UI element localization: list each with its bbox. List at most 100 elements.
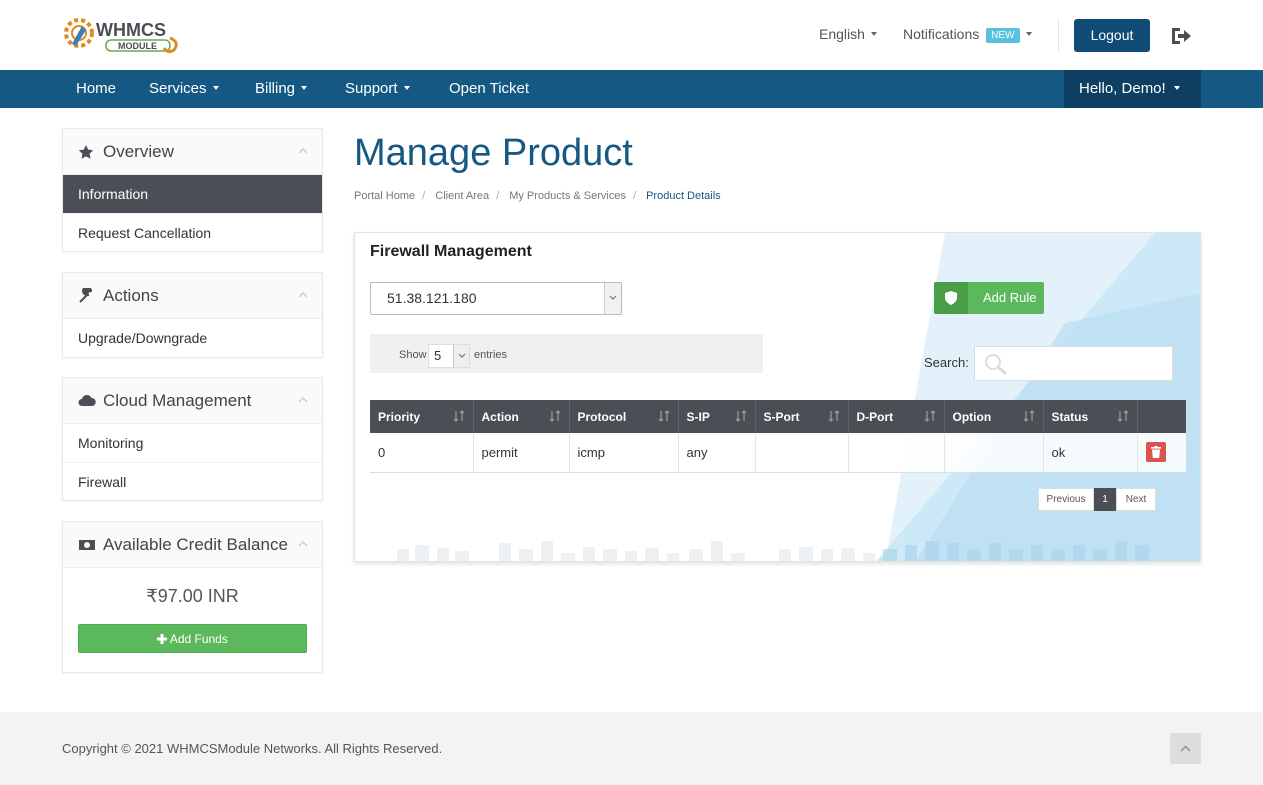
breadcrumb-separator: / — [422, 190, 426, 202]
credit-balance-panel: Available Credit Balance ₹97.00 INR Add … — [62, 521, 323, 673]
breadcrumb-separator: / — [632, 190, 637, 202]
firewall-rules-table: Priority Action Protocol S-IP S-Port D-P… — [370, 400, 1186, 473]
credit-panel-header[interactable]: Available Credit Balance — [63, 522, 322, 568]
column-protocol[interactable]: Protocol — [569, 400, 679, 433]
user-menu-dropdown[interactable]: Hello, Demo! — [1064, 70, 1201, 108]
sort-icon — [453, 410, 464, 422]
trash-icon — [1150, 446, 1161, 459]
firewall-management-card: Firewall Management 51.38.121.180 Add Ru… — [354, 232, 1201, 562]
sidebar-item-firewall[interactable]: Firewall — [63, 462, 322, 500]
language-dropdown[interactable]: English — [819, 26, 877, 42]
credit-amount: ₹97.00 INR — [146, 586, 239, 606]
add-rule-label: Add Rule — [983, 290, 1037, 305]
breadcrumb-separator: / — [496, 190, 500, 202]
sidebar-item-upgrade-downgrade[interactable]: Upgrade/Downgrade — [63, 319, 322, 357]
search-label: Search: — [924, 355, 969, 370]
pagination-previous[interactable]: Previous — [1038, 488, 1094, 511]
svg-text:MODULE: MODULE — [118, 41, 157, 51]
cell-status: ok — [1043, 433, 1138, 473]
sign-out-icon[interactable] — [1170, 25, 1192, 47]
caret-down-icon — [212, 86, 219, 90]
column-action[interactable]: Action — [473, 400, 570, 433]
overview-title: Overview — [103, 142, 174, 161]
nav-open-ticket[interactable]: Open Ticket — [449, 70, 529, 108]
pagination-page-1[interactable]: 1 — [1094, 488, 1116, 511]
column-s-ip[interactable]: S-IP — [678, 400, 756, 433]
actions-title: Actions — [103, 286, 159, 305]
column-option[interactable]: Option — [944, 400, 1044, 433]
pagination-next[interactable]: Next — [1116, 488, 1156, 511]
cell-s-port — [755, 433, 849, 473]
chevron-down-icon — [458, 353, 466, 358]
select-arrow — [604, 283, 621, 314]
sort-icon — [1023, 410, 1034, 422]
actions-panel-header[interactable]: Actions — [63, 273, 322, 319]
cell-priority: 0 — [370, 433, 474, 473]
cell-s-ip: any — [678, 433, 756, 473]
add-rule-button[interactable]: Add Rule — [934, 282, 1044, 314]
whmcs-module-logo[interactable]: WHMCS MODULE — [62, 16, 186, 54]
column-d-port-label: D-Port — [856, 409, 894, 424]
caret-down-icon — [870, 32, 877, 36]
breadcrumb-client-area[interactable]: Client Area — [435, 190, 489, 202]
caret-down-icon — [1173, 86, 1180, 90]
notifications-label: Notifications — [903, 26, 980, 42]
breadcrumb-portal-home[interactable]: Portal Home — [354, 190, 415, 202]
sidebar-item-request-cancellation[interactable]: Request Cancellation — [63, 213, 322, 251]
main-navbar: Home Services Billing Support Open Ticke… — [0, 70, 1263, 108]
logout-button[interactable]: Logout — [1074, 19, 1150, 52]
cloud-management-panel: Cloud Management Monitoring Firewall — [62, 377, 323, 501]
firewall-title: Firewall Management — [370, 243, 532, 260]
ip-address-value: 51.38.121.180 — [387, 290, 477, 306]
chevron-up-icon — [1180, 745, 1191, 752]
credit-title: Available Credit Balance — [103, 535, 288, 554]
money-icon — [79, 540, 95, 550]
page-length-value: 5 — [434, 348, 442, 363]
new-badge: NEW — [986, 28, 1020, 43]
chevron-up-icon[interactable] — [298, 290, 308, 300]
table-row: 0 permit icmp any ok — [370, 433, 1186, 473]
column-priority-label: Priority — [378, 409, 421, 424]
cloud-panel-header[interactable]: Cloud Management — [63, 378, 322, 424]
add-funds-label: Add Funds — [169, 632, 228, 646]
nav-services-label: Services — [149, 80, 207, 97]
page-title: Manage Product — [354, 132, 633, 174]
sort-icon — [924, 410, 935, 422]
chevron-down-icon — [609, 295, 617, 300]
page-length-select[interactable]: 5 — [428, 344, 470, 368]
column-status[interactable]: Status — [1043, 400, 1138, 433]
search-input[interactable] — [974, 346, 1173, 381]
svg-text:WHMCS: WHMCS — [96, 20, 166, 40]
nav-home[interactable]: Home — [76, 70, 116, 108]
chevron-up-icon[interactable] — [298, 539, 308, 549]
cell-protocol: icmp — [569, 433, 679, 473]
chevron-up-icon[interactable] — [298, 395, 308, 405]
sort-icon — [735, 410, 746, 422]
nav-services[interactable]: Services — [149, 70, 219, 108]
back-to-top-button[interactable] — [1170, 733, 1201, 764]
notifications-dropdown[interactable]: Notifications NEW — [903, 26, 1032, 43]
ip-address-select[interactable]: 51.38.121.180 — [370, 282, 622, 315]
overview-panel-header[interactable]: Overview — [63, 129, 322, 175]
sidebar-item-monitoring[interactable]: Monitoring — [63, 424, 322, 462]
caret-down-icon — [301, 86, 308, 90]
column-priority[interactable]: Priority — [370, 400, 474, 433]
select-arrow — [453, 345, 469, 367]
add-funds-button[interactable]: Add Funds — [78, 624, 307, 653]
column-s-port-label: S-Port — [763, 409, 800, 424]
star-icon — [78, 145, 94, 159]
delete-rule-button[interactable] — [1145, 442, 1166, 463]
nav-billing-label: Billing — [255, 80, 296, 97]
nav-billing[interactable]: Billing — [255, 70, 308, 108]
chevron-up-icon[interactable] — [298, 146, 308, 156]
nav-support[interactable]: Support — [345, 70, 410, 108]
cell-delete — [1137, 433, 1186, 473]
breadcrumb-products-services[interactable]: My Products & Services — [509, 190, 626, 202]
sort-icon — [1117, 410, 1128, 422]
column-status-label: Status — [1051, 409, 1089, 424]
sidebar-item-information[interactable]: Information — [63, 175, 322, 213]
column-protocol-label: Protocol — [577, 409, 627, 424]
column-d-port[interactable]: D-Port — [848, 400, 945, 433]
column-s-port[interactable]: S-Port — [755, 400, 849, 433]
cell-d-port — [848, 433, 945, 473]
